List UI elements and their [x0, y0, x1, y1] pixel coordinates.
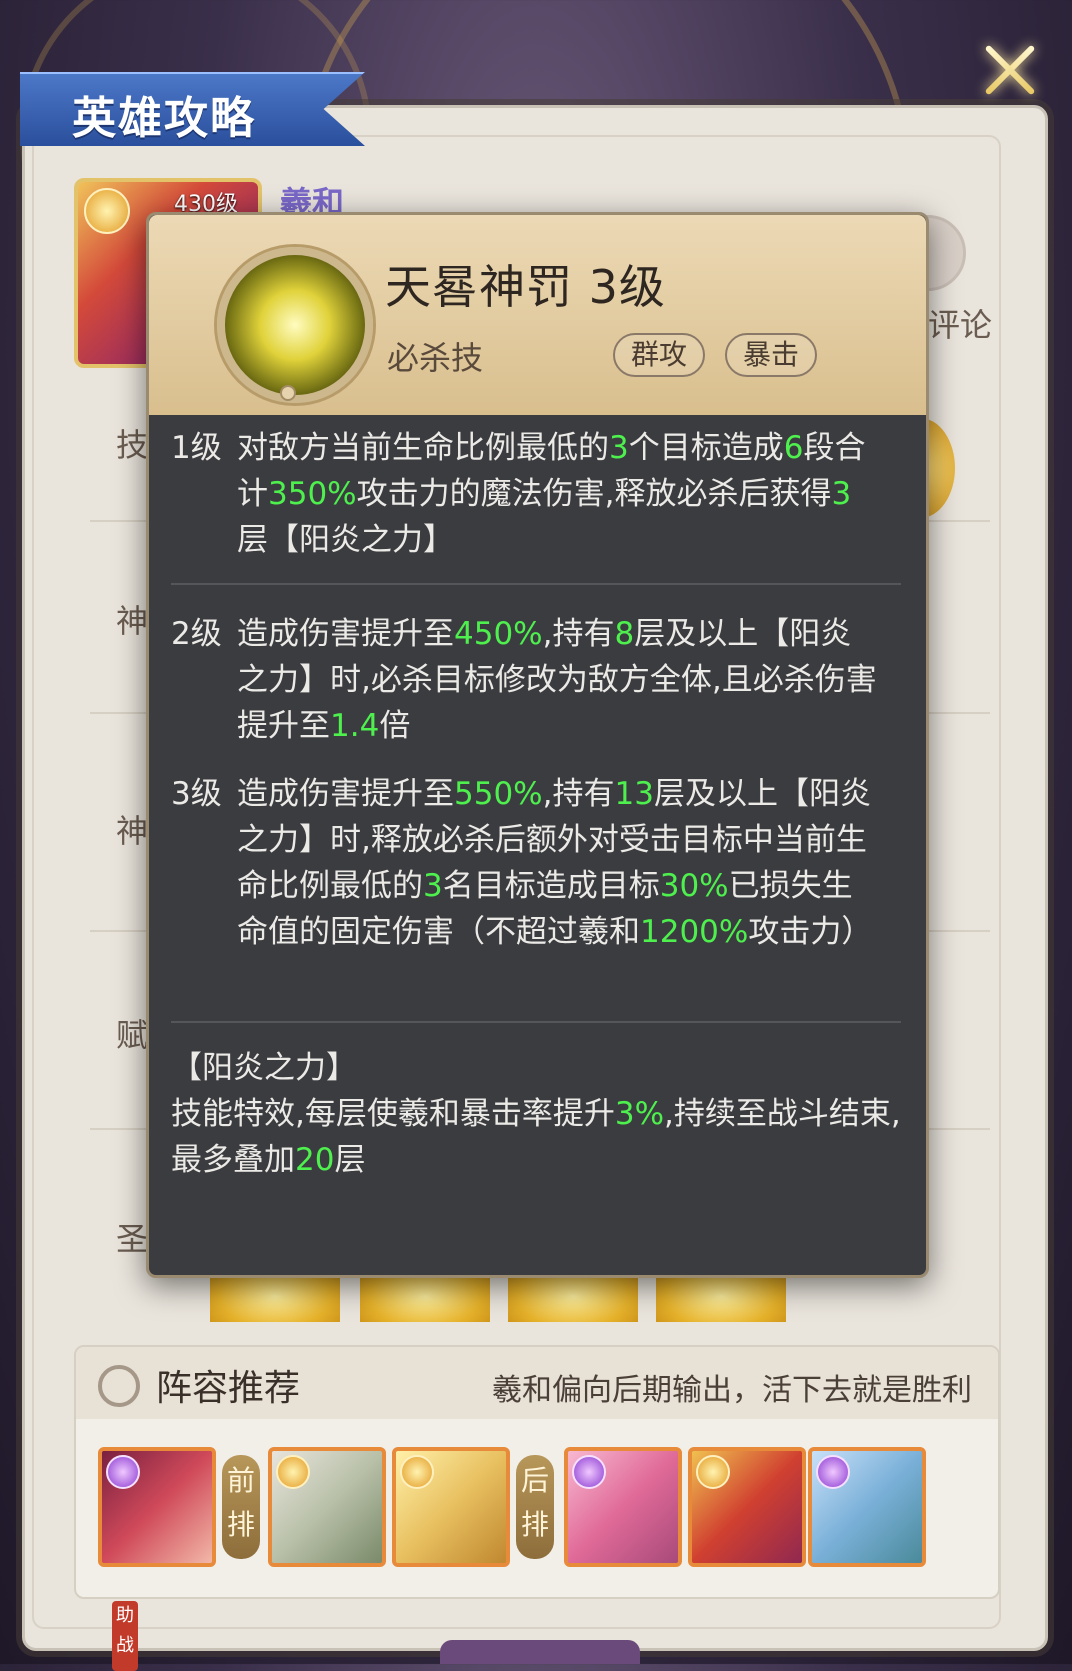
lineup-section: 阵容推荐 羲和偏向后期输出，活下去就是胜利 助战 前排 后排	[74, 1345, 1000, 1671]
buff-title: 【阳炎之力】	[171, 1050, 357, 1086]
buff-text: 技能特效,每层使羲和暴击率提升3%,持续至战斗结束,最多叠加20层	[171, 1096, 901, 1178]
bottom-decoration	[440, 1640, 640, 1664]
level-description: 造成伤害提升至450%,持有8层及以上【阳炎之力】时,必杀目标修改为敌方全体,且…	[237, 616, 877, 744]
tag-aoe: 群攻	[613, 333, 706, 377]
front-row-label: 前排	[222, 1455, 260, 1559]
sun-faction-icon	[276, 1455, 310, 1489]
lineup-icon	[98, 1365, 140, 1407]
moon-faction-icon	[106, 1455, 140, 1489]
level-label: 3级	[171, 776, 222, 812]
back-row-label: 后排	[516, 1455, 554, 1559]
row-label-artifact: 神	[116, 602, 149, 640]
lineup-note: 羲和偏向后期输出，活下去就是胜利	[492, 1373, 972, 1408]
skill-icon	[217, 247, 373, 403]
lineup-header: 阵容推荐 羲和偏向后期输出，活下去就是胜利	[76, 1347, 998, 1419]
row-label-weapon: 神	[116, 812, 149, 850]
moon-faction-icon	[572, 1455, 606, 1489]
close-icon[interactable]	[975, 35, 1045, 105]
buff-description: 【阳炎之力】 技能特效,每层使羲和暴击率提升3%,持续至战斗结束,最多叠加20层	[171, 1045, 901, 1245]
skill-level-3: 3级 造成伤害提升至550%,持有13层及以上【阳炎之力】时,释放必杀后额外对受…	[171, 771, 891, 1011]
skill-level-2: 2级 造成伤害提升至450%,持有8层及以上【阳炎之力】时,必杀目标修改为敌方全…	[171, 611, 891, 751]
level-label: 2级	[171, 616, 222, 652]
lineup-hero-portrait[interactable]	[268, 1447, 386, 1567]
lineup-title: 阵容推荐	[156, 1368, 301, 1409]
lineup-hero-portrait[interactable]	[564, 1447, 682, 1567]
title-ribbon: 英雄攻略	[20, 72, 365, 146]
lineup-hero-portrait[interactable]	[688, 1447, 806, 1567]
moon-faction-icon	[816, 1455, 850, 1489]
sun-faction-icon	[84, 188, 130, 234]
lineup-hero-portrait[interactable]	[392, 1447, 510, 1567]
assist-badge: 助战	[112, 1601, 138, 1671]
level-label: 1级	[171, 430, 222, 466]
row-label-skill: 技	[116, 426, 149, 464]
page-title: 英雄攻略	[72, 93, 256, 144]
decoration-dot	[280, 385, 296, 401]
lineup-hero-portrait[interactable]	[808, 1447, 926, 1567]
lineup-hero-portrait[interactable]: 助战	[98, 1447, 216, 1671]
tag-crit: 暴击	[725, 333, 818, 377]
sun-faction-icon	[400, 1455, 434, 1489]
skill-type: 必杀技	[387, 339, 484, 377]
sun-faction-icon	[696, 1455, 730, 1489]
row-label-talent: 赋	[116, 1016, 149, 1054]
divider	[171, 583, 901, 585]
level-description: 对敌方当前生命比例最低的3个目标造成6段合计350%攻击力的魔法伤害,释放必杀后…	[237, 430, 866, 558]
skill-header: 天晷神罚 3级 必杀技 群攻 暴击	[149, 215, 926, 415]
skill-name: 天晷神罚 3级	[385, 260, 666, 314]
comment-label[interactable]: 评论	[928, 300, 992, 346]
divider	[171, 1021, 901, 1023]
level-description: 造成伤害提升至550%,持有13层及以上【阳炎之力】时,释放必杀后额外对受击目标…	[237, 776, 873, 950]
skill-level-1: 1级 对敌方当前生命比例最低的3个目标造成6段合计350%攻击力的魔法伤害,释放…	[171, 425, 891, 565]
skill-tooltip: 天晷神罚 3级 必杀技 群攻 暴击 1级 对敌方当前生命比例最低的3个目标造成6…	[146, 212, 929, 1278]
